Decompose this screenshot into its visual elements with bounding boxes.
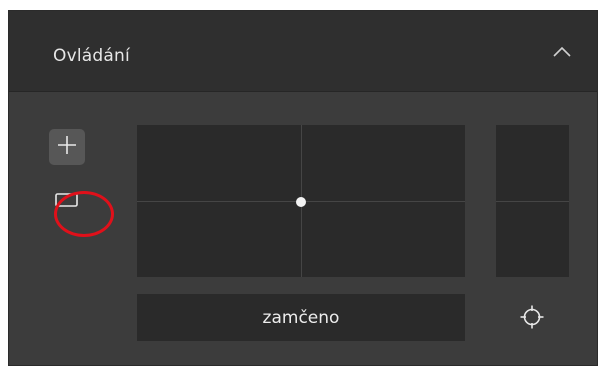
recenter-button[interactable] [514,301,550,337]
control-panel-window: Ovládání zamčeno [0,0,606,376]
plus-icon [56,134,78,160]
zoom-slider-center-line [496,201,569,202]
chevron-up-icon [551,44,573,63]
zoom-in-button[interactable] [49,129,85,165]
pan-handle[interactable] [296,197,306,207]
crosshair-icon [519,304,545,334]
zoom-slider-pad[interactable] [496,125,569,277]
control-panel: Ovládání zamčeno [8,10,598,366]
frame-view-button[interactable] [49,184,85,220]
lock-toggle[interactable]: zamčeno [137,294,465,341]
pan-pad[interactable] [137,125,465,277]
rectangle-icon [54,191,80,213]
panel-header[interactable]: Ovládání [9,11,597,92]
panel-title: Ovládání [53,46,130,66]
collapse-button[interactable] [533,29,591,77]
